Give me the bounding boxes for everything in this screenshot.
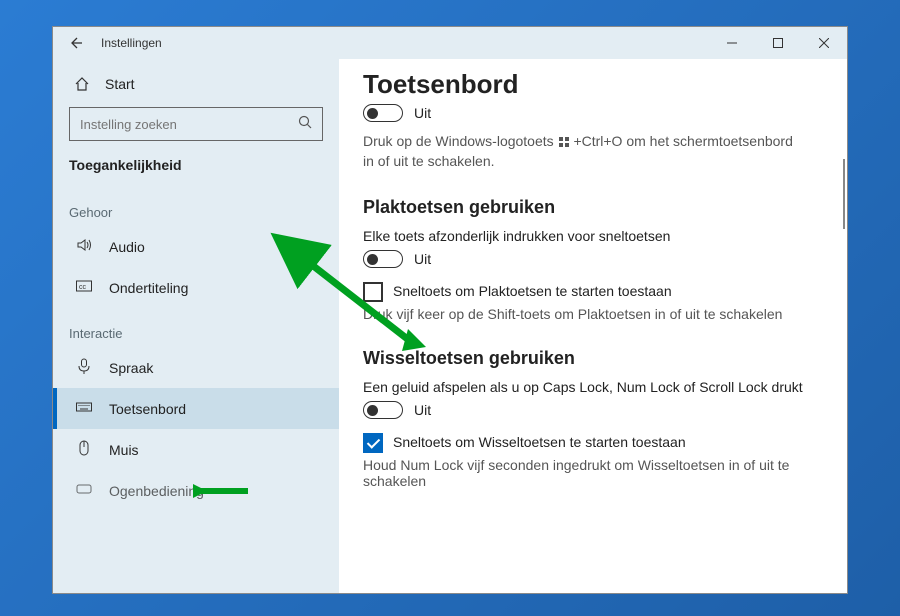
search-input[interactable]	[80, 117, 298, 132]
sidebar-item-audio[interactable]: Audio	[53, 226, 339, 267]
content-pane: Toetsenbord Uit Druk op de Windows-logot…	[339, 59, 847, 593]
minimize-button[interactable]	[709, 27, 755, 59]
eye-icon	[75, 480, 93, 501]
onscreen-keyboard-toggle[interactable]	[363, 104, 403, 122]
sticky-keys-toggle[interactable]	[363, 250, 403, 268]
back-button[interactable]	[53, 27, 97, 59]
sidebar-item-label: Ondertiteling	[109, 280, 188, 296]
page-title: Toetsenbord	[363, 69, 823, 100]
sidebar-item-ogenbediening[interactable]: Ogenbediening	[53, 470, 339, 511]
togglekeys-heading: Wisseltoetsen gebruiken	[363, 348, 823, 369]
sidebar-item-label: Spraak	[109, 360, 153, 376]
titlebar: Instellingen	[53, 27, 847, 59]
close-button[interactable]	[801, 27, 847, 59]
search-icon	[298, 115, 312, 134]
sticky-shortcut-checkbox[interactable]	[363, 282, 383, 302]
settings-window: Instellingen Start To	[52, 26, 848, 594]
home-button[interactable]: Start	[53, 67, 339, 101]
sidebar-item-label: Audio	[109, 239, 145, 255]
togglekeys-hint: Houd Num Lock vijf seconden ingedrukt om…	[363, 457, 793, 489]
toggle-state-label: Uit	[414, 402, 431, 418]
window-title: Instellingen	[101, 36, 162, 50]
togglekeys-shortcut-checkbox[interactable]	[363, 433, 383, 453]
search-box[interactable]	[69, 107, 323, 141]
maximize-button[interactable]	[755, 27, 801, 59]
sidebar: Start Toegankelijkheid Gehoor Audio cc	[53, 59, 339, 593]
sidebar-item-label: Toetsenbord	[109, 401, 186, 417]
sticky-heading: Plaktoetsen gebruiken	[363, 197, 823, 218]
sidebar-item-muis[interactable]: Muis	[53, 429, 339, 470]
sticky-check-label: Sneltoets om Plaktoetsen te starten toes…	[393, 282, 672, 302]
home-label: Start	[105, 76, 135, 92]
onscreen-hint: Druk op de Windows-logotoets +Ctrl+O om …	[363, 132, 793, 171]
sidebar-item-spraak[interactable]: Spraak	[53, 347, 339, 388]
scrollbar-thumb[interactable]	[843, 159, 845, 229]
group-interactie: Interactie	[53, 308, 339, 347]
sidebar-item-label: Ogenbediening	[109, 483, 204, 499]
togglekeys-check-label: Sneltoets om Wisseltoetsen te starten to…	[393, 433, 686, 453]
audio-icon	[75, 236, 93, 257]
section-title: Toegankelijkheid	[53, 155, 339, 187]
toggle-keys-toggle[interactable]	[363, 401, 403, 419]
group-gehoor: Gehoor	[53, 187, 339, 226]
home-icon	[73, 75, 91, 93]
keyboard-icon	[75, 398, 93, 419]
sidebar-item-ondertiteling[interactable]: cc Ondertiteling	[53, 267, 339, 308]
windows-logo-glyph	[559, 137, 569, 147]
sidebar-item-toetsenbord[interactable]: Toetsenbord	[53, 388, 339, 429]
sticky-hint: Druk vijf keer op de Shift-toets om Plak…	[363, 306, 793, 322]
sidebar-item-label: Muis	[109, 442, 139, 458]
mic-icon	[75, 357, 93, 378]
togglekeys-field-label: Een geluid afspelen als u op Caps Lock, …	[363, 379, 823, 395]
mouse-icon	[75, 439, 93, 460]
toggle-state-label: Uit	[414, 105, 431, 121]
toggle-state-label: Uit	[414, 251, 431, 267]
cc-icon: cc	[75, 277, 93, 298]
sticky-field-label: Elke toets afzonderlijk indrukken voor s…	[363, 228, 823, 244]
svg-text:cc: cc	[79, 284, 87, 291]
